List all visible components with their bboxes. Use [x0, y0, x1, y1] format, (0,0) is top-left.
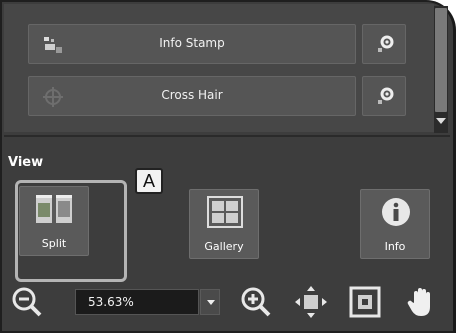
zoom-out-icon: [12, 287, 42, 317]
section-divider: [4, 135, 450, 137]
gear-icon: [378, 35, 394, 52]
tools-scrollbar[interactable]: [434, 6, 448, 133]
tool-panel: Info Stamp Cross Hair View Split Gallery…: [0, 0, 456, 333]
actual-size-icon: [349, 286, 381, 318]
zoom-dropdown-button[interactable]: [200, 289, 220, 315]
info-view-button[interactable]: Info: [360, 189, 430, 259]
zoom-level-field[interactable]: 53.63%: [75, 289, 199, 315]
callout-label: A: [135, 168, 163, 194]
gallery-view-label: Gallery: [204, 240, 244, 253]
zoom-out-button[interactable]: [8, 283, 46, 321]
zoom-in-icon: [241, 287, 271, 317]
tools-list: Info Stamp Cross Hair: [4, 4, 434, 132]
actual-size-button[interactable]: [346, 283, 384, 321]
viewer-frame: Info Stamp Cross Hair View Split Gallery…: [0, 0, 461, 333]
info-icon: [382, 198, 410, 226]
fit-to-window-icon: [295, 286, 327, 318]
zoom-in-button[interactable]: [237, 283, 275, 321]
gallery-icon: [207, 196, 243, 228]
pan-hand-icon: [407, 288, 430, 316]
cross-hair-settings-button[interactable]: [362, 76, 406, 116]
tool-label-info-stamp: Info Stamp: [159, 36, 225, 50]
pan-hand-button[interactable]: [402, 283, 440, 321]
gallery-view-button[interactable]: Gallery: [189, 189, 259, 259]
info-view-label: Info: [384, 240, 406, 253]
info-stamp-settings-button[interactable]: [362, 24, 406, 64]
tool-label-cross-hair: Cross Hair: [161, 88, 223, 102]
callout-highlight: [15, 180, 127, 282]
tool-row-cross-hair[interactable]: Cross Hair: [28, 76, 356, 116]
scrollbar-thumb[interactable]: [435, 8, 447, 112]
fit-to-window-button[interactable]: [292, 283, 330, 321]
gear-icon: [378, 87, 394, 104]
view-heading: View: [8, 155, 44, 170]
tool-row-info-stamp[interactable]: Info Stamp: [28, 24, 356, 64]
scroll-down-icon[interactable]: [436, 118, 446, 124]
chevron-down-icon: [207, 300, 215, 305]
